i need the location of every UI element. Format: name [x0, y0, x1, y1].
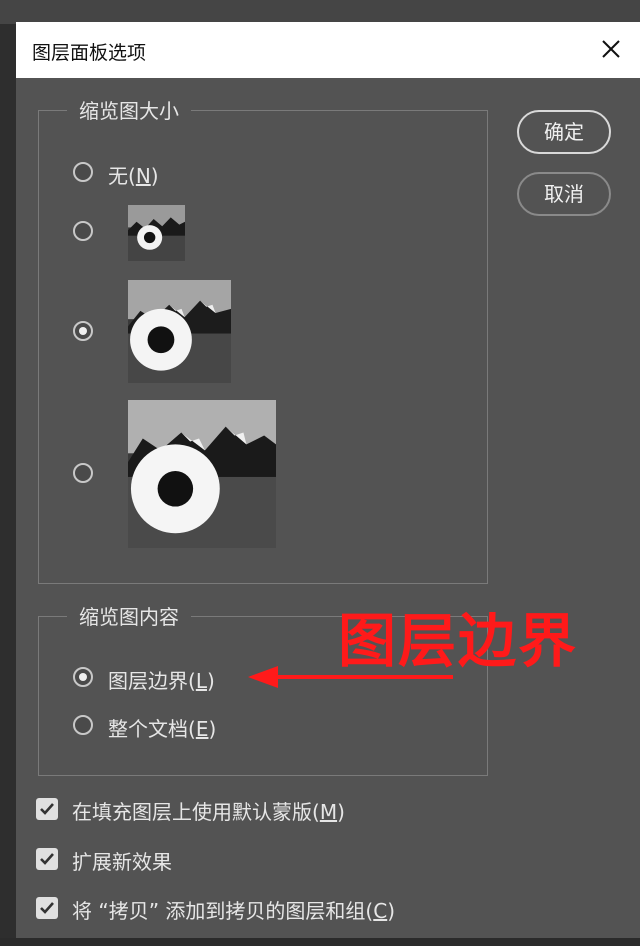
- dialog-title: 图层面板选项: [32, 42, 147, 64]
- checkmark-icon: [40, 803, 54, 815]
- checkbox-add-copy[interactable]: [36, 897, 58, 919]
- thumbnail-large-preview: [128, 400, 276, 548]
- sunflower-image-icon: [128, 205, 185, 261]
- radio-thumb-small[interactable]: [73, 221, 93, 241]
- radio-thumb-none-label[interactable]: 无(N): [108, 160, 159, 189]
- checkbox-add-copy-label[interactable]: 将 “拷贝” 添加到拷贝的图层和组(C): [72, 895, 395, 924]
- radio-content-layer-bounds[interactable]: [73, 667, 93, 687]
- ok-button[interactable]: 确定: [517, 110, 611, 154]
- close-button[interactable]: [596, 34, 626, 64]
- background-app-bottom: [0, 938, 640, 946]
- radio-thumb-none[interactable]: [73, 162, 93, 182]
- thumbnail-size-legend: 缩览图大小: [67, 95, 191, 124]
- checkbox-expand-new-effects[interactable]: [36, 848, 58, 870]
- background-app-toolbar: [0, 0, 640, 24]
- checkmark-icon: [40, 902, 54, 914]
- sunflower-image-icon: [128, 400, 276, 548]
- checkbox-expand-new-effects-label[interactable]: 扩展新效果: [72, 846, 172, 875]
- thumbnail-medium-preview: [128, 280, 231, 383]
- radio-thumb-medium[interactable]: [73, 321, 93, 341]
- checkbox-default-masks[interactable]: [36, 798, 58, 820]
- background-app-panel: [0, 24, 16, 946]
- sunflower-image-icon: [128, 280, 231, 383]
- cancel-button[interactable]: 取消: [517, 172, 611, 216]
- checkbox-default-masks-label[interactable]: 在填充图层上使用默认蒙版(M): [72, 796, 345, 825]
- layers-panel-options-dialog: 图层面板选项 缩览图大小 无(N) 缩览图内容 图层边界(L) 整个文档(E) …: [16, 22, 640, 938]
- thumbnail-content-legend: 缩览图内容: [67, 601, 191, 630]
- radio-content-layer-bounds-label[interactable]: 图层边界(L): [108, 665, 215, 694]
- thumbnail-small-preview: [128, 205, 185, 261]
- radio-content-entire-document-label[interactable]: 整个文档(E): [108, 713, 216, 742]
- annotation-arrow-icon: [248, 666, 453, 688]
- radio-content-entire-document[interactable]: [73, 715, 93, 735]
- radio-thumb-large[interactable]: [73, 463, 93, 483]
- close-icon: [602, 40, 620, 58]
- checkmark-icon: [40, 853, 54, 865]
- dialog-titlebar: 图层面板选项: [16, 22, 640, 78]
